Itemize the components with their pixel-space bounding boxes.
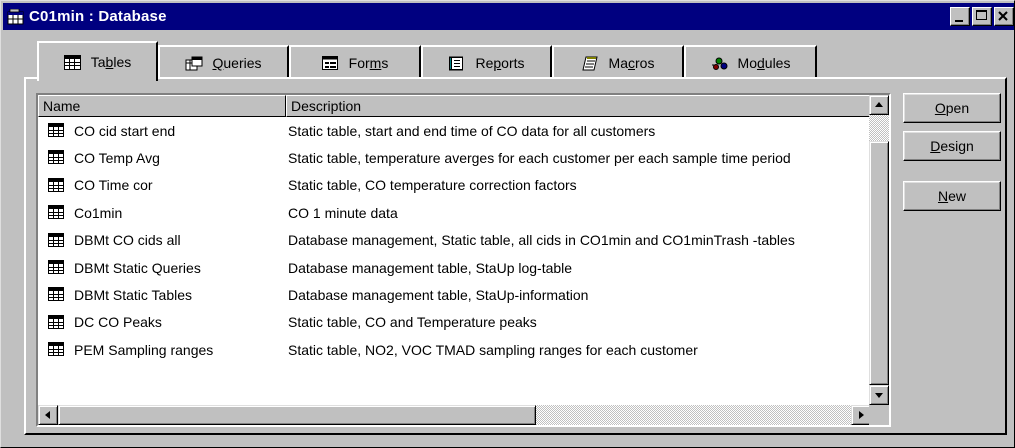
scroll-left-button[interactable] [38,405,58,425]
new-button-label: New [937,188,967,204]
table-icon [48,123,64,137]
table-icon [48,150,64,165]
tab-queries[interactable]: Queries [158,45,289,79]
report-icon [448,56,465,71]
table-icon [48,314,64,329]
tab-tables-label: Tables [90,54,132,70]
tab-reports-label: Reports [475,55,525,71]
table-icon [48,342,64,357]
database-window: C01min : Database Tables Queries Forms R… [0,0,1015,448]
table-description: Static table, CO temperature correction … [288,177,577,194]
up-arrow-icon [875,102,883,107]
vertical-scroll-thumb[interactable] [869,141,889,385]
table-icon [63,54,81,70]
column-header-name[interactable]: Name [38,95,286,117]
table-name: DBMt CO cids all [74,232,181,249]
vertical-scrollbar[interactable] [869,95,889,405]
tab-forms[interactable]: Forms [289,45,421,79]
table-name: CO Time cor [74,177,153,194]
tables-panel: Name Description CO cid start end Static… [24,77,1007,435]
table-icon [48,205,64,220]
new-button[interactable]: New [903,181,1001,211]
design-button[interactable]: Design [903,131,1001,161]
tab-reports[interactable]: Reports [421,45,552,79]
column-header-description[interactable]: Description [286,95,871,117]
table-name: Co1min [74,204,123,221]
table-description: Database management, Static table, all c… [288,232,795,249]
table-description: Static table, temperature averges for ea… [288,150,791,167]
horizontal-scrollbar[interactable] [38,405,871,425]
horizontal-scroll-thumb[interactable] [58,405,536,425]
tab-macros[interactable]: Macros [552,45,684,79]
table-name: PEM Sampling ranges [74,341,214,358]
down-arrow-icon [875,393,883,398]
table-description: Static table, NO2, VOC TMAD sampling ran… [288,341,698,358]
list-item[interactable]: DBMt CO cids all Database management, St… [38,227,871,254]
macro-icon [581,56,599,71]
maximize-icon [976,10,987,20]
scrollbar-corner [869,405,889,425]
table-rows: CO cid start end Static table, start and… [38,117,871,364]
table-description: Database management table, StaUp log-tab… [288,259,573,276]
scroll-down-button[interactable] [869,385,889,405]
close-icon [998,11,1008,21]
minimize-icon [955,20,963,22]
list-item[interactable]: Co1min CO 1 minute data [38,199,871,226]
table-name: DC CO Peaks [74,314,162,331]
design-button-label: Design [930,138,974,154]
left-arrow-icon [45,411,50,419]
tab-modules[interactable]: Modules [684,45,817,79]
open-button-label: Open [934,100,970,116]
list-item[interactable]: PEM Sampling ranges Static table, NO2, V… [38,336,871,363]
form-icon [321,55,339,71]
table-description: CO 1 minute data [288,204,398,221]
tables-list[interactable]: Name Description CO cid start end Static… [36,93,891,427]
table-icon [48,177,64,192]
table-description: Static table, CO and Temperature peaks [288,314,537,331]
close-button[interactable] [994,7,1014,26]
table-name: CO cid start end [74,122,176,139]
table-icon [48,287,64,302]
list-item[interactable]: DBMt Static Tables Database management t… [38,281,871,308]
scroll-right-button[interactable] [851,405,871,425]
list-item[interactable]: CO Time cor Static table, CO temperature… [38,172,871,199]
table-description: Database management table, StaUp-informa… [288,287,589,304]
table-name: DBMt Static Queries [74,259,201,276]
window-title: C01min : Database [29,8,167,25]
maximize-button[interactable] [972,7,992,26]
table-icon [48,259,64,274]
query-icon [185,56,203,71]
scroll-up-button[interactable] [869,95,889,115]
open-button[interactable]: Open [903,93,1001,123]
right-arrow-icon [859,411,864,419]
table-description: Static table, start and end time of CO d… [288,122,656,139]
list-item[interactable]: DBMt Static Queries Database management … [38,254,871,281]
tab-tables[interactable]: Tables [37,41,158,81]
module-icon [711,56,728,71]
tab-queries-label: Queries [212,55,262,71]
minimize-button[interactable] [950,7,970,26]
tab-macros-label: Macros [608,55,655,71]
tab-modules-label: Modules [737,55,791,71]
title-bar[interactable]: C01min : Database [3,3,1014,30]
table-name: CO Temp Avg [74,150,160,167]
list-item[interactable]: CO cid start end Static table, start and… [38,117,871,144]
list-item[interactable]: CO Temp Avg Static table, temperature av… [38,144,871,171]
database-icon [7,8,25,25]
list-item[interactable]: DC CO Peaks Static table, CO and Tempera… [38,309,871,336]
table-name: DBMt Static Tables [74,287,193,304]
tab-forms-label: Forms [348,55,389,71]
table-icon [48,232,64,247]
